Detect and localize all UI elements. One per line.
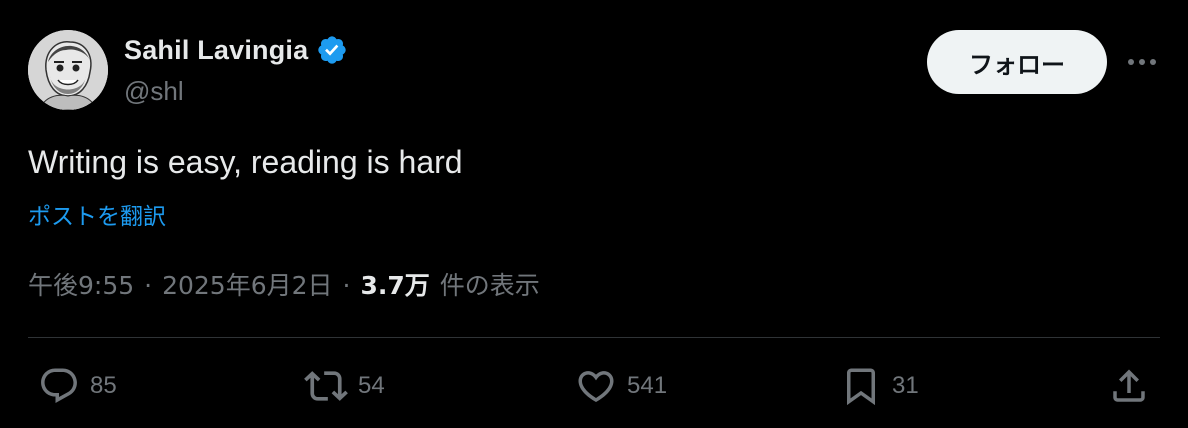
post-time[interactable]: 午後9:55	[28, 266, 134, 302]
follow-button[interactable]: フォロー	[927, 30, 1107, 94]
divider	[28, 337, 1160, 338]
more-icon[interactable]	[1124, 50, 1160, 74]
repost-button[interactable]: 54	[304, 362, 385, 410]
share-icon	[1113, 369, 1145, 402]
reply-count: 85	[90, 372, 117, 399]
like-button[interactable]: 541	[575, 362, 667, 410]
reply-button[interactable]: 85	[38, 362, 117, 410]
tweet-meta: 午後9:55 · 2025年6月2日 · 3.7万 件の表示	[28, 266, 540, 302]
repost-count: 54	[358, 372, 385, 399]
views-count[interactable]: 3.7万	[360, 266, 429, 302]
like-count: 541	[627, 372, 668, 399]
repost-icon	[304, 371, 348, 401]
like-icon	[578, 371, 614, 403]
avatar[interactable]	[28, 30, 108, 110]
bookmark-icon	[847, 368, 875, 406]
verified-badge-icon	[316, 34, 348, 66]
share-button[interactable]	[1108, 362, 1150, 410]
tweet-card: Sahil Lavingia @shl フォロー Writing is easy…	[0, 0, 1188, 428]
meta-separator: ·	[144, 271, 153, 300]
bookmark-button[interactable]: 31	[840, 362, 919, 410]
meta-separator: ·	[342, 271, 351, 300]
reply-icon	[41, 368, 77, 403]
translate-link[interactable]: ポストを翻訳	[28, 197, 166, 231]
author-name-row: Sahil Lavingia	[124, 34, 348, 66]
views-label: 件の表示	[439, 271, 540, 300]
post-date[interactable]: 2025年6月2日	[162, 266, 332, 302]
author-display-name[interactable]: Sahil Lavingia	[124, 35, 308, 66]
bookmark-count: 31	[892, 372, 919, 399]
tweet-text: Writing is easy, reading is hard	[28, 144, 463, 180]
author-handle[interactable]: @shl	[124, 76, 184, 107]
